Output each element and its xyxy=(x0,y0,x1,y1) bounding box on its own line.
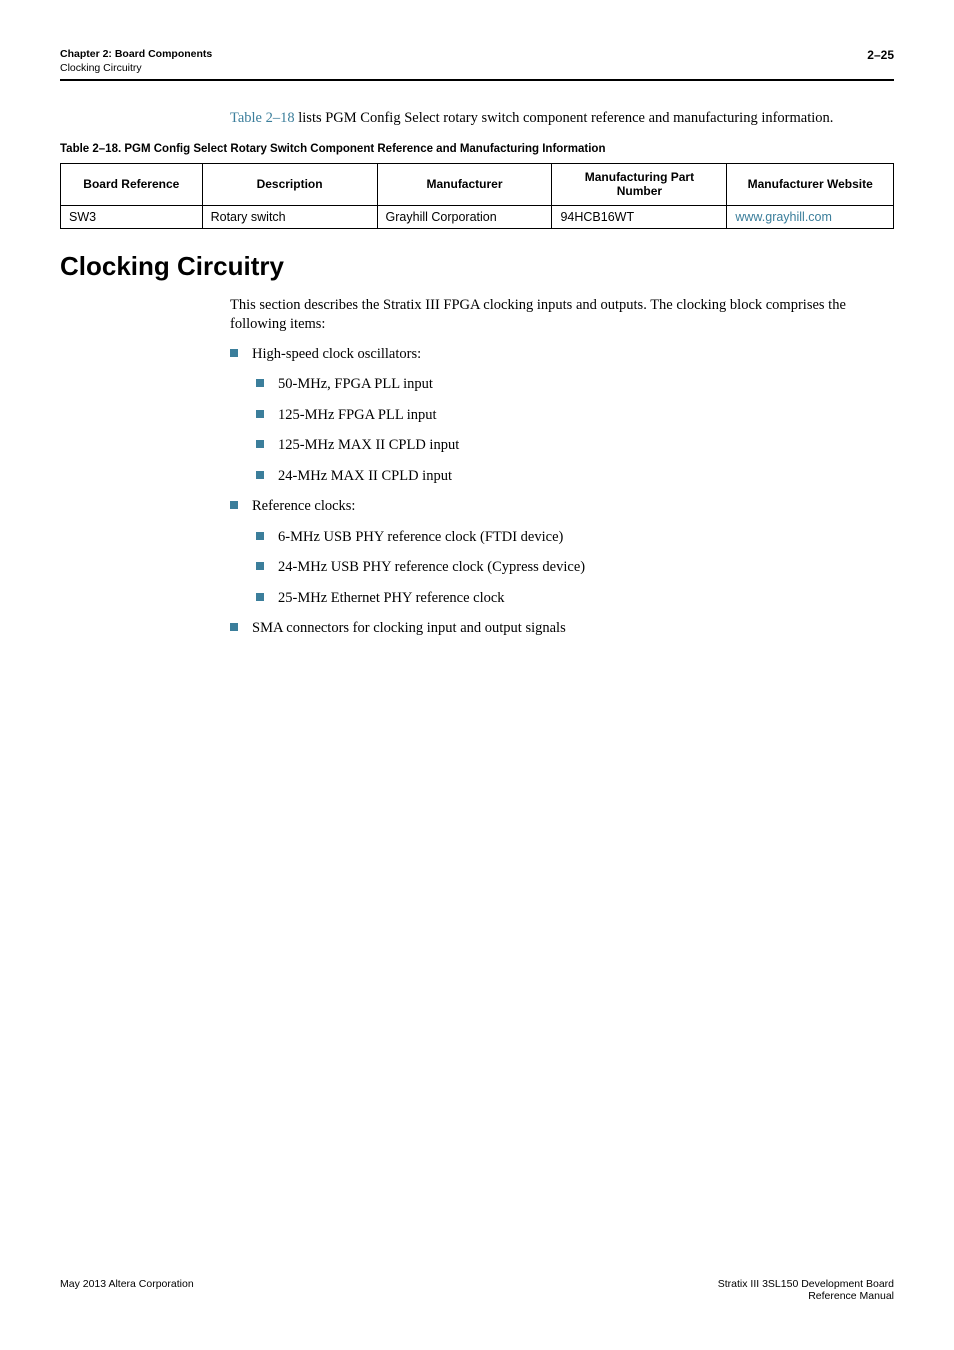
footer-right: Stratix III 3SL150 Development Board Ref… xyxy=(718,1278,894,1302)
cell-website-link[interactable]: www.grayhill.com xyxy=(727,205,894,228)
bullet-text: Reference clocks: xyxy=(252,498,355,514)
chapter-subsection: Clocking Circuitry xyxy=(60,62,212,76)
list-item: 25-MHz Ethernet PHY reference clock xyxy=(256,587,894,609)
cell-board-ref: SW3 xyxy=(61,205,203,228)
list-item: 125-MHz MAX II CPLD input xyxy=(256,434,894,456)
th-website: Manufacturer Website xyxy=(727,163,894,205)
chapter-title: Chapter 2: Board Components xyxy=(60,48,212,62)
table-row: SW3 Rotary switch Grayhill Corporation 9… xyxy=(61,205,894,228)
list-item: High-speed clock oscillators: 50-MHz, FP… xyxy=(230,343,894,487)
bullet-text: High-speed clock oscillators: xyxy=(252,346,421,362)
list-item: Reference clocks: 6-MHz USB PHY referenc… xyxy=(230,495,894,609)
list-item: SMA connectors for clocking input and ou… xyxy=(230,617,894,639)
cell-description: Rotary switch xyxy=(202,205,377,228)
th-description: Description xyxy=(202,163,377,205)
table-caption: Table 2–18. PGM Config Select Rotary Swi… xyxy=(60,143,894,155)
page-header: Chapter 2: Board Components Clocking Cir… xyxy=(60,48,894,81)
intro-paragraph: Table 2–18 lists PGM Config Select rotar… xyxy=(230,109,894,129)
table-header-row: Board Reference Description Manufacturer… xyxy=(61,163,894,205)
page-header-left: Chapter 2: Board Components Clocking Cir… xyxy=(60,48,212,75)
list-item: 24-MHz USB PHY reference clock (Cypress … xyxy=(256,556,894,578)
list-item: 50-MHz, FPGA PLL input xyxy=(256,373,894,395)
th-manufacturer: Manufacturer xyxy=(377,163,552,205)
bullet-list: High-speed clock oscillators: 50-MHz, FP… xyxy=(230,343,894,640)
list-item: 24-MHz MAX II CPLD input xyxy=(256,465,894,487)
page-footer: May 2013 Altera Corporation Stratix III … xyxy=(60,1278,894,1302)
list-item: 125-MHz FPGA PLL input xyxy=(256,404,894,426)
footer-left: May 2013 Altera Corporation xyxy=(60,1278,194,1302)
sub-bullet-list: 6-MHz USB PHY reference clock (FTDI devi… xyxy=(256,526,894,609)
section-heading: Clocking Circuitry xyxy=(60,251,894,282)
intro-text: lists PGM Config Select rotary switch co… xyxy=(295,110,834,126)
page-number: 2–25 xyxy=(867,48,894,62)
th-board-ref: Board Reference xyxy=(61,163,203,205)
footer-doc-title: Stratix III 3SL150 Development Board xyxy=(718,1278,894,1290)
cell-manufacturer: Grayhill Corporation xyxy=(377,205,552,228)
sub-bullet-list: 50-MHz, FPGA PLL input 125-MHz FPGA PLL … xyxy=(256,373,894,487)
section-intro: This section describes the Stratix III F… xyxy=(230,296,894,335)
footer-doc-subtitle: Reference Manual xyxy=(718,1290,894,1302)
component-table: Board Reference Description Manufacturer… xyxy=(60,163,894,229)
cell-part-number: 94HCB16WT xyxy=(552,205,727,228)
list-item: 6-MHz USB PHY reference clock (FTDI devi… xyxy=(256,526,894,548)
table-ref-link[interactable]: Table 2–18 xyxy=(230,110,295,126)
th-part-number: Manufacturing Part Number xyxy=(552,163,727,205)
